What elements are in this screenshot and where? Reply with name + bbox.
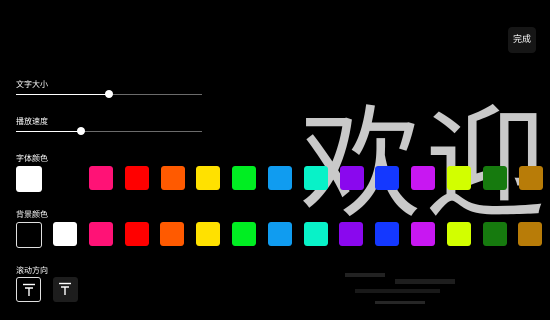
font-color-label: 字体颜色 [16,154,48,163]
font-color-swatch[interactable] [447,166,471,190]
marquee-preview-text: 欢迎 [300,95,550,235]
text-size-label: 文字大小 [16,80,48,89]
vertical-text-up-icon [59,282,71,295]
font-color-swatch[interactable] [268,166,292,190]
bg-color-swatch[interactable] [160,222,185,246]
text-size-slider-thumb[interactable] [105,90,113,98]
text-size-slider[interactable] [16,90,202,98]
bg-color-swatch[interactable] [482,222,507,246]
bg-color-swatch[interactable] [339,222,364,246]
bg-color-swatch[interactable] [446,222,471,246]
text-size-slider-fill [16,94,109,95]
play-speed-slider[interactable] [16,127,202,135]
font-color-swatch[interactable] [518,166,543,190]
bg-color-swatch[interactable] [267,222,292,246]
font-color-swatch[interactable] [124,166,149,190]
bg-color-swatch-selected[interactable] [16,222,42,248]
font-color-swatch[interactable] [339,166,364,190]
bg-color-swatch[interactable] [303,222,328,246]
font-color-swatch[interactable] [303,166,328,190]
font-color-swatch[interactable] [482,166,507,190]
font-color-swatch[interactable] [89,166,113,190]
play-speed-slider-fill [16,131,82,132]
bg-color-label: 背景颜色 [16,210,48,219]
font-color-swatches [16,166,543,192]
bg-color-swatch[interactable] [88,222,113,246]
bg-color-swatch[interactable] [411,222,435,246]
scroll-direction-label: 滚动方向 [16,266,48,275]
font-color-swatch[interactable] [411,166,436,190]
scroll-direction-up-button[interactable] [53,277,78,302]
done-button[interactable]: 完成 [508,27,536,53]
font-color-swatch[interactable] [160,166,185,190]
font-color-swatch[interactable] [232,166,257,190]
bg-color-swatch[interactable] [232,222,256,246]
bg-color-swatch[interactable] [375,222,400,246]
bg-color-swatch[interactable] [124,222,149,246]
bg-color-swatch[interactable] [196,222,221,246]
scroll-direction-down-button[interactable] [16,277,41,302]
faded-keyboard-hint [345,273,455,304]
font-color-swatch[interactable] [196,166,221,190]
vertical-text-down-icon [23,283,35,296]
play-speed-slider-thumb[interactable] [77,127,86,135]
bg-color-swatch[interactable] [518,222,543,246]
font-color-swatch[interactable] [375,166,400,190]
bg-color-swatches [16,222,543,248]
bg-color-swatch[interactable] [53,222,77,246]
play-speed-label: 播放速度 [16,117,48,126]
font-color-swatch-selected[interactable] [16,166,42,192]
